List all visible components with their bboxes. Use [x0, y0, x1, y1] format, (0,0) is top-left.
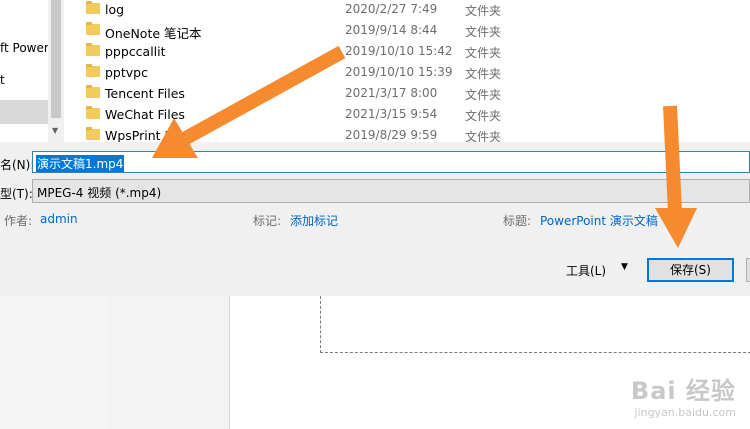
chevron-down-icon[interactable]: ▼ — [621, 262, 628, 272]
tags-value[interactable]: 添加标记 — [290, 212, 338, 229]
folder-icon — [86, 1, 100, 14]
file-type: 文件夹 — [465, 67, 502, 81]
file-row[interactable]: pppccallit 2019/10/10 15:42 文件夹 — [64, 42, 750, 63]
file-name: pptvpc — [105, 65, 148, 80]
tags-label: 标记: — [253, 214, 282, 228]
background-panel — [0, 296, 108, 429]
folder-icon — [86, 22, 100, 35]
nav-scrollbar[interactable]: ▼ — [48, 0, 64, 142]
nav-scrollbar-thumb[interactable] — [51, 0, 61, 118]
filename-input[interactable]: 演示文稿1.mp4 — [32, 151, 750, 173]
file-name: pppccallit — [105, 44, 166, 59]
author-value[interactable]: admin — [40, 212, 78, 226]
folder-icon — [86, 127, 100, 140]
save-button[interactable]: 保存(S) — [647, 258, 734, 282]
watermark-url: jingyan.baidu.com — [634, 406, 736, 419]
file-name: WpsPrint Files — [105, 128, 192, 143]
filename-value: 演示文稿1.mp4 — [36, 155, 125, 172]
folder-icon — [86, 106, 100, 119]
folder-icon — [86, 43, 100, 56]
file-name: log — [105, 2, 125, 17]
file-type: 文件夹 — [465, 4, 502, 18]
file-row[interactable]: OneNote 笔记本 2019/9/14 8:44 文件夹 — [64, 21, 750, 42]
file-date: 2019/8/29 9:59 — [345, 128, 438, 142]
title-label: 标题: — [503, 214, 532, 228]
file-row[interactable]: log 2020/2/27 7:49 文件夹 — [64, 0, 750, 21]
watermark-logo: Bai 经验 — [630, 377, 736, 405]
file-date: 2021/3/17 8:00 — [345, 86, 438, 100]
file-list: log 2020/2/27 7:49 文件夹 OneNote 笔记本 2019/… — [64, 0, 750, 144]
file-name: WeChat Files — [105, 107, 185, 122]
file-type: 文件夹 — [465, 25, 502, 39]
file-date: 2021/3/15 9:54 — [345, 107, 438, 121]
background-panel — [107, 296, 230, 429]
file-type: 文件夹 — [465, 109, 502, 123]
title-value[interactable]: PowerPoint 演示文稿 — [540, 212, 658, 229]
folder-icon — [86, 64, 100, 77]
save-form: 名(N): 演示文稿1.mp4 型(T): MPEG-4 视频 (*.mp4) … — [0, 142, 750, 296]
scroll-down-icon[interactable]: ▼ — [52, 126, 58, 135]
file-type: 文件夹 — [465, 46, 502, 60]
file-type: 文件夹 — [465, 88, 502, 102]
nav-item-selected[interactable] — [0, 100, 48, 124]
filename-label: 名(N): — [0, 158, 35, 172]
file-date: 2019/10/10 15:39 — [345, 65, 453, 79]
folder-icon — [86, 85, 100, 98]
author-label: 作者: — [4, 214, 33, 228]
file-date: 2019/10/10 15:42 — [345, 44, 453, 58]
cancel-button[interactable] — [746, 258, 750, 282]
file-name: OneNote 笔记本 — [105, 26, 202, 41]
file-date: 2019/9/14 8:44 — [345, 23, 438, 37]
watermark: Bai 经验 jingyan.baidu.com — [631, 371, 736, 419]
file-date: 2020/2/27 7:49 — [345, 2, 438, 16]
file-row[interactable]: WeChat Files 2021/3/15 9:54 文件夹 — [64, 105, 750, 126]
filetype-label: 型(T): — [0, 187, 33, 201]
filetype-select[interactable]: MPEG-4 视频 (*.mp4) — [32, 179, 750, 203]
nav-item-powerpoint[interactable]: ft Power — [0, 41, 49, 55]
file-name: Tencent Files — [105, 86, 185, 101]
tools-menu[interactable]: 工具(L) — [566, 262, 606, 279]
file-row[interactable]: pptvpc 2019/10/10 15:39 文件夹 — [64, 63, 750, 84]
placeholder-frame — [320, 296, 750, 353]
filetype-value: MPEG-4 视频 (*.mp4) — [37, 186, 162, 200]
nav-item[interactable]: t — [0, 73, 5, 87]
file-row[interactable]: Tencent Files 2021/3/17 8:00 文件夹 — [64, 84, 750, 105]
